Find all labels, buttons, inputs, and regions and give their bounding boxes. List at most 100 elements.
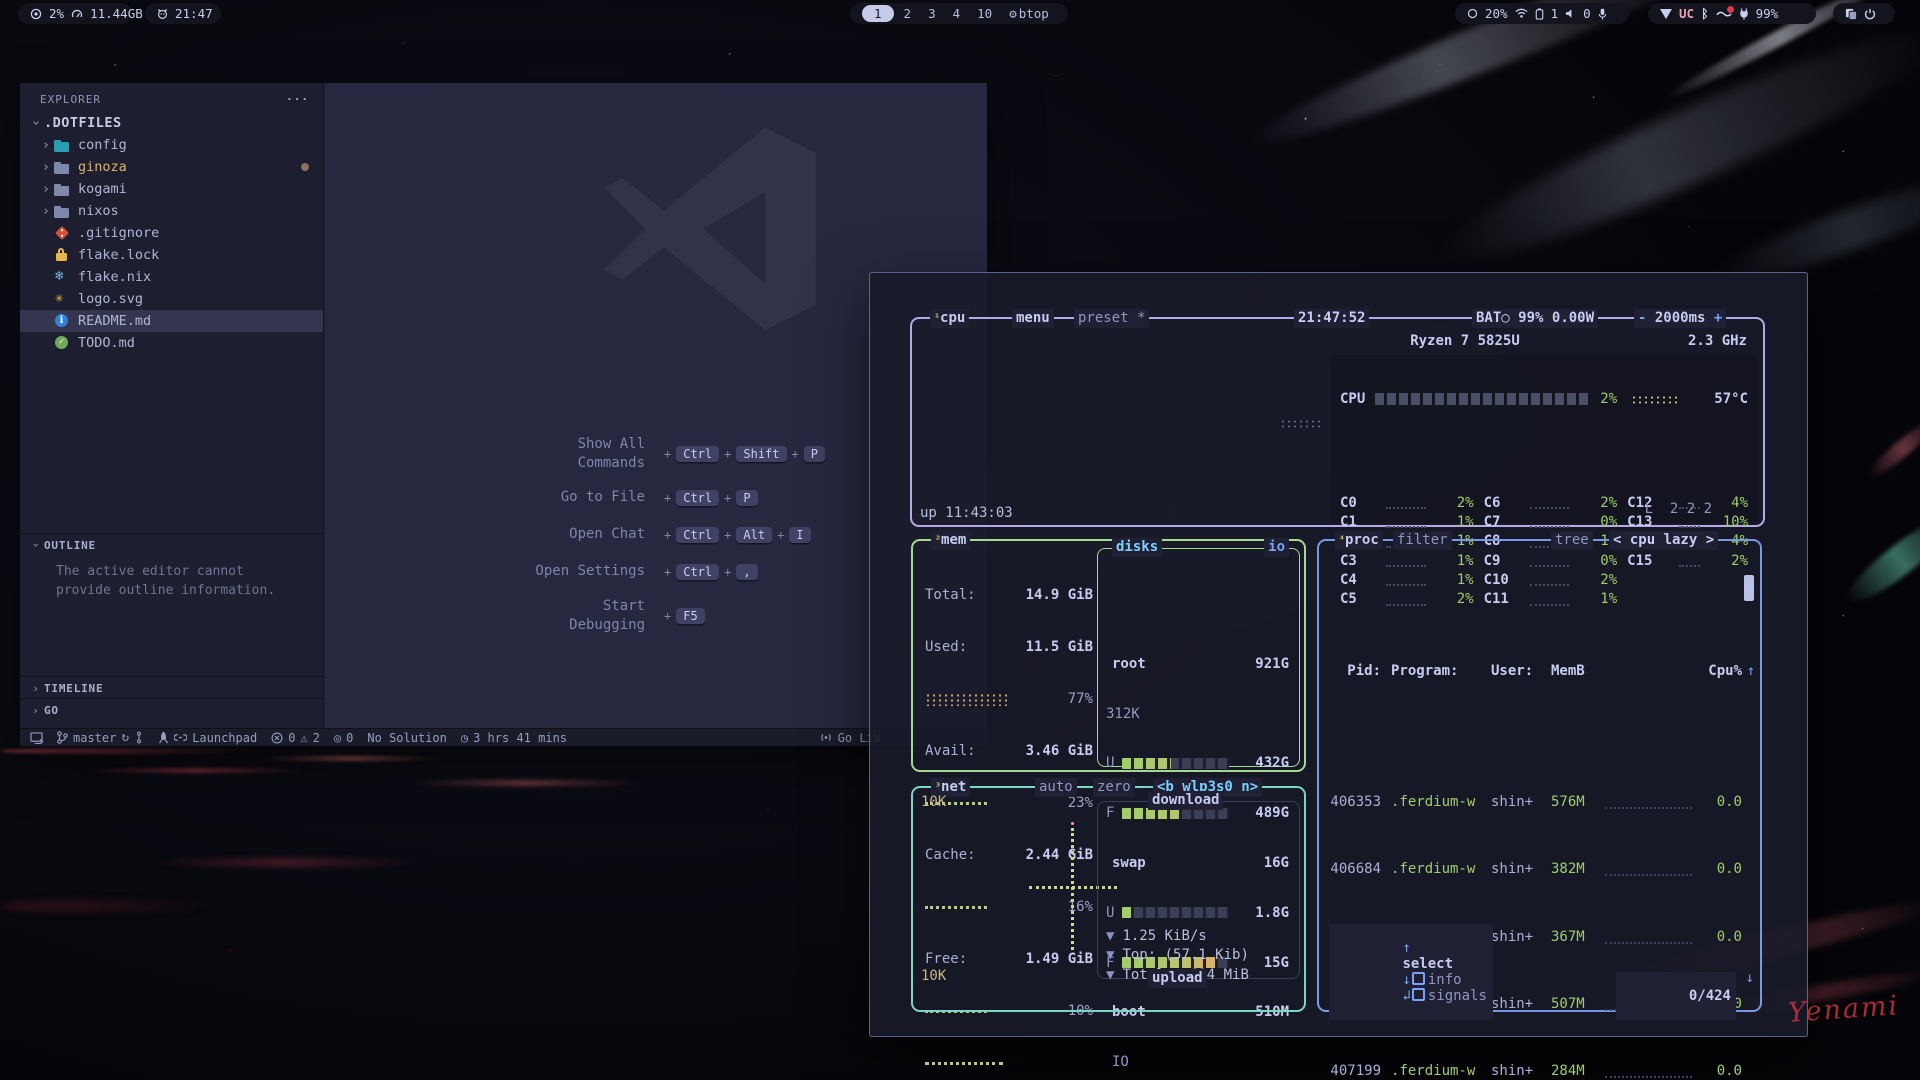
vscode-status-bar: master ↻ Launchpad 0 ⚠ 2 ◎ 0 No Solution [20, 728, 987, 746]
cpu-core-panel: CPU 2% 57°C C02%C11%C21%C31%C41%C52% C62… [1330, 355, 1758, 523]
more-actions-icon[interactable] [286, 93, 309, 106]
clock-pill[interactable]: 21:47 [145, 3, 221, 24]
program: .ferdium-w [1391, 861, 1483, 877]
tree-item[interactable]: kogami [20, 178, 323, 200]
net-stat-line: ▼Top: (57.1 Kib) [1106, 946, 1291, 966]
disk-used-meter [1122, 758, 1229, 769]
proc-filter-button[interactable]: filter [1393, 531, 1452, 550]
net-scale-top: 10K [921, 794, 946, 810]
battery-counter-icon [1535, 8, 1544, 20]
download-label: download [1148, 791, 1223, 810]
sync-icon[interactable]: ↻ [121, 730, 129, 745]
git-graph-icon[interactable] [134, 731, 144, 744]
launchpad-button[interactable]: Launchpad [158, 731, 257, 745]
btop-preset-button[interactable]: preset * [1074, 309, 1149, 328]
clock: 21:47 [175, 6, 213, 21]
mouse-icon [1716, 9, 1732, 18]
proc-sort-control[interactable]: < cpu lazy > [1609, 531, 1718, 550]
tree-item[interactable]: nixos [20, 200, 323, 222]
user: shin+ [1491, 1063, 1543, 1079]
process-row[interactable]: 406684 .ferdium-w shin+ 382M 0.0 [1319, 860, 1760, 879]
shortcut-label: Go to File [425, 488, 645, 507]
info-hint[interactable]: info [1428, 972, 1462, 988]
mem-used: 11.5 GiB [997, 639, 1093, 655]
btop-menu-button[interactable]: menu [1012, 309, 1054, 328]
scroll-down-arrow[interactable]: ↓ [1746, 970, 1754, 986]
upload-stats: ▲1.46 KiB/s▲Top: (39.1 Kib)▲Total: 83.0 … [1098, 1017, 1299, 1080]
cpu-frequency: 2.3 GHz [1688, 333, 1747, 349]
key-chip: I [789, 527, 810, 543]
tree-item[interactable]: TODO.md [20, 332, 323, 354]
mem-total: 14.9 GiB [997, 587, 1093, 603]
clipboard-icon[interactable] [1845, 8, 1857, 20]
problems-button[interactable]: 0 ⚠ 2 [271, 731, 320, 745]
proc-box-title[interactable]: ⁴proc [1335, 531, 1383, 550]
mem-box-title[interactable]: ²mem [931, 531, 970, 550]
cpu-model: Ryzen 7 5825U [1242, 333, 1688, 349]
net-zero-button[interactable]: zero [1093, 778, 1135, 797]
tree-item[interactable]: ginoza [20, 156, 323, 178]
key-chip: P [736, 490, 757, 506]
user: shin+ [1491, 996, 1543, 1012]
git-branch-button[interactable]: master ↻ [57, 730, 144, 745]
error-count: 0 [288, 731, 295, 745]
cpu-usage: 2% [49, 6, 64, 21]
indicators-pill-1[interactable]: 20% 1 0 [1455, 3, 1629, 24]
system-monitor-pill[interactable]: 2% 11.44GB [18, 3, 132, 24]
proc-tree-button[interactable]: tree [1551, 531, 1593, 550]
ports-button[interactable]: ◎ 0 [334, 731, 353, 745]
time-tracker[interactable]: ◷ 3 hrs 41 mins [461, 731, 567, 745]
chevron-right-icon [28, 704, 44, 717]
pid: 406353 [1319, 794, 1381, 810]
workspace-3[interactable]: 3 [921, 6, 943, 21]
remote-window-button[interactable] [30, 732, 43, 744]
file-icon [54, 139, 72, 153]
shortcut-row: Go to File +Ctrl+P [425, 486, 925, 510]
program: .ferdium-w [1391, 794, 1483, 810]
tree-item[interactable]: flake.lock [20, 244, 323, 266]
timeline-section-header[interactable]: TIMELINE [20, 676, 323, 699]
cpu-box-title[interactable]: ¹cpu [930, 309, 969, 328]
solution-status[interactable]: No Solution [367, 731, 446, 745]
tree-root[interactable]: .DOTFILES [20, 112, 323, 134]
outline-message: The active editor cannot provide outline… [56, 563, 296, 601]
go-section-header[interactable]: GO [20, 698, 323, 721]
select-hint[interactable]: select [1402, 956, 1453, 972]
key-chip: F5 [676, 608, 704, 624]
file-label: ginoza [78, 159, 127, 175]
tree-item[interactable]: flake.nix [20, 266, 323, 288]
power-icon[interactable] [1864, 8, 1876, 20]
workspace-10[interactable]: 10 [970, 6, 999, 21]
shortcut-row: Start Debugging +F5 [425, 597, 925, 635]
workspace-btop[interactable]: ⚙btop [1002, 6, 1056, 21]
update-interval-control[interactable]: - 2000ms + [1634, 309, 1726, 328]
disks-title[interactable]: disks [1112, 538, 1162, 557]
tree-item[interactable]: logo.svg [20, 288, 323, 310]
process-row[interactable]: 407199 .ferdium-w shin+ 284M 0.0 [1319, 1062, 1760, 1080]
io-title[interactable]: io [1264, 538, 1289, 557]
keyboard-shortcuts: Show All Commands +Ctrl+Shift+P Go to Fi… [425, 435, 925, 635]
tree-item[interactable]: .gitignore [20, 222, 323, 244]
disk-name: root [1106, 656, 1146, 672]
tree-item[interactable]: config [20, 134, 323, 156]
mem: 382M [1551, 861, 1597, 877]
signals-hint[interactable]: signals [1428, 988, 1487, 1004]
error-icon [271, 732, 283, 744]
mem: 284M [1551, 1063, 1597, 1079]
workspace-4[interactable]: 4 [946, 6, 968, 21]
workspace-1[interactable]: 1 [862, 5, 894, 22]
outline-section-header[interactable]: OUTLINE [20, 533, 323, 556]
scrollbar-thumb[interactable] [1744, 575, 1754, 601]
key-chip: P [804, 446, 825, 462]
cpu-gauge-icon [30, 8, 42, 20]
file-icon [54, 292, 72, 306]
download-stats: ▼1.25 KiB/s▼Top: (57.1 Kib)▼Total: 614 M… [1098, 866, 1299, 985]
process-row[interactable]: 406353 .ferdium-w shin+ 576M 0.0 [1319, 792, 1760, 811]
net-auto-button[interactable]: auto [1035, 778, 1077, 797]
tree-item[interactable]: README.md [20, 310, 323, 332]
broadcast-icon [819, 732, 833, 743]
shortcut-label: Show All Commands [425, 435, 645, 473]
indicators-pill-2[interactable]: UC ᛒ 99% [1648, 3, 1816, 24]
workspace-2[interactable]: 2 [897, 6, 919, 21]
explorer-sidebar: EXPLORER .DOTFILES config [20, 83, 324, 728]
